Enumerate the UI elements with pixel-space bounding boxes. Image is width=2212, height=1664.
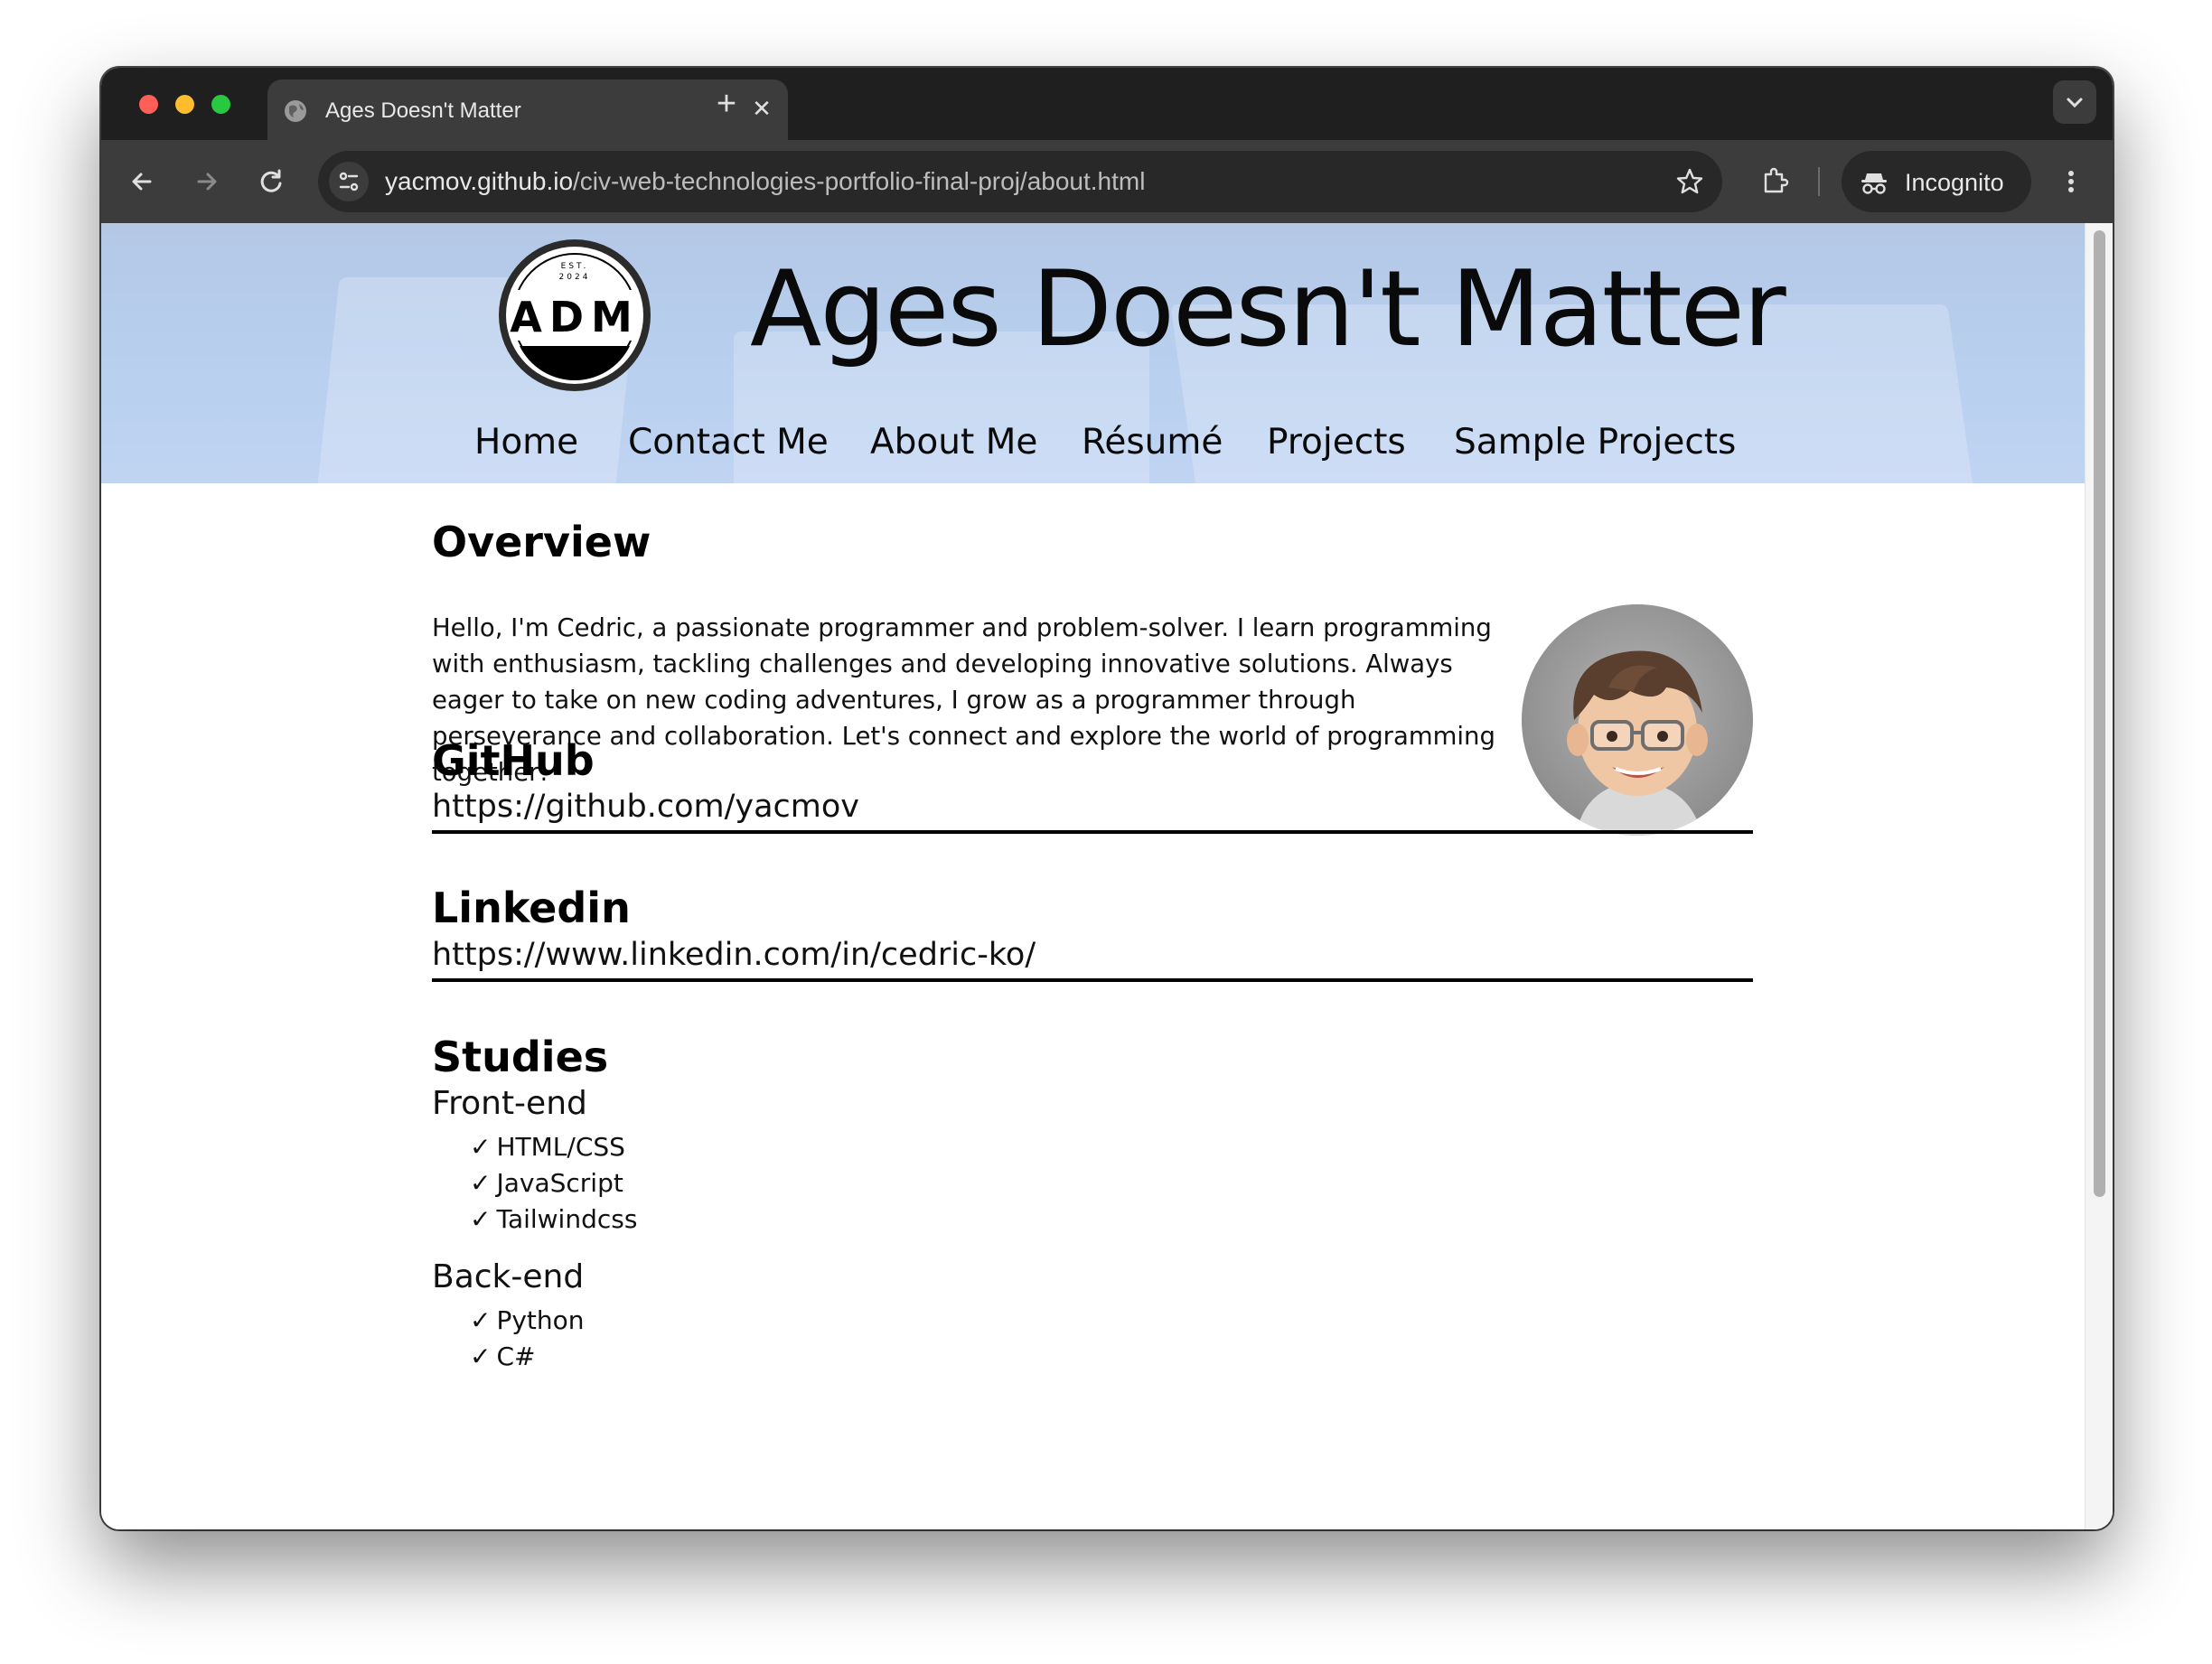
logo-est-text: EST. — [561, 262, 589, 271]
studies-heading: Studies — [432, 1033, 609, 1081]
overview-heading: Overview — [432, 518, 651, 566]
extensions-puzzle-icon[interactable] — [1755, 162, 1795, 201]
nav-sample-projects[interactable]: Sample Projects — [1454, 422, 1736, 463]
address-bar[interactable]: yacmov.github.io/civ-web-technologies-po… — [318, 151, 1722, 212]
reload-icon[interactable] — [251, 162, 291, 201]
site-header: EST. 2024 ADM Ages Doesn't Matter Home C… — [101, 223, 2085, 483]
check-icon: ✓ — [470, 1305, 492, 1335]
study-item: ✓ Python — [470, 1305, 585, 1335]
study-item: ✓ Tailwindcss — [470, 1204, 637, 1234]
forward-arrow-icon[interactable] — [186, 162, 226, 201]
github-link[interactable]: https://github.com/yacmov — [432, 789, 859, 825]
nav-projects[interactable]: Projects — [1267, 422, 1406, 463]
github-heading: GitHub — [432, 736, 595, 785]
frontend-heading: Front-end — [432, 1085, 587, 1122]
study-item-label: JavaScript — [496, 1168, 623, 1198]
study-item-label: Python — [496, 1305, 585, 1335]
logo-text: ADM — [510, 293, 640, 341]
check-icon: ✓ — [470, 1204, 492, 1234]
browser-window: Ages Doesn't Matter ✕ + yacmov.github.io… — [101, 68, 2113, 1529]
close-tab-icon[interactable]: ✕ — [748, 95, 775, 122]
browser-toolbar: yacmov.github.io/civ-web-technologies-po… — [101, 140, 2113, 223]
site-settings-icon[interactable] — [329, 162, 369, 201]
more-menu-icon[interactable] — [2060, 162, 2082, 201]
study-item: ✓ C# — [470, 1341, 535, 1371]
scrollbar-thumb[interactable] — [2094, 230, 2105, 1197]
nav-about-me[interactable]: About Me — [870, 422, 1037, 463]
incognito-badge[interactable]: Incognito — [1842, 151, 2031, 212]
check-icon: ✓ — [470, 1341, 492, 1371]
check-icon: ✓ — [470, 1168, 492, 1198]
site-title: Ages Doesn't Matter — [750, 248, 1786, 370]
nav-contact-me[interactable]: Contact Me — [628, 422, 829, 463]
github-divider — [432, 830, 1753, 834]
backend-heading: Back-end — [432, 1258, 585, 1295]
toolbar-separator — [1818, 167, 1820, 196]
study-item-label: C# — [496, 1341, 536, 1371]
tab-title: Ages Doesn't Matter — [325, 98, 521, 123]
bookmark-star-icon[interactable] — [1670, 162, 1710, 201]
profile-avatar — [1522, 604, 1753, 836]
study-item-label: Tailwindcss — [496, 1204, 638, 1234]
study-item-label: HTML/CSS — [496, 1132, 625, 1162]
back-arrow-icon[interactable] — [123, 162, 163, 201]
logo-year-text: 2024 — [559, 273, 591, 282]
nav-home[interactable]: Home — [474, 422, 578, 463]
globe-icon — [285, 100, 306, 122]
nav-resume[interactable]: Résumé — [1082, 422, 1223, 463]
tab-search-button[interactable] — [2053, 80, 2096, 124]
incognito-label: Incognito — [1905, 169, 2004, 196]
close-window-button[interactable] — [139, 95, 158, 114]
page-viewport: EST. 2024 ADM Ages Doesn't Matter Home C… — [101, 223, 2113, 1529]
incognito-icon — [1861, 173, 1887, 194]
chevron-down-icon — [2067, 98, 2083, 108]
url-host: yacmov.github.io — [385, 167, 574, 195]
study-item: ✓ JavaScript — [470, 1168, 623, 1198]
linkedin-divider — [432, 978, 1753, 982]
tab-strip: Ages Doesn't Matter ✕ + — [101, 68, 2113, 140]
minimize-window-button[interactable] — [175, 95, 194, 114]
check-icon: ✓ — [470, 1132, 492, 1162]
url-path: /civ-web-technologies-portfolio-final-pr… — [573, 167, 1146, 195]
new-tab-button[interactable]: + — [708, 87, 745, 124]
study-item: ✓ HTML/CSS — [470, 1132, 625, 1162]
url-text: yacmov.github.io/civ-web-technologies-po… — [385, 167, 1145, 196]
page-scrollbar[interactable] — [2085, 223, 2113, 1529]
linkedin-heading: Linkedin — [432, 883, 631, 932]
maximize-window-button[interactable] — [211, 95, 230, 114]
adm-logo[interactable]: EST. 2024 ADM — [495, 236, 654, 395]
linkedin-link[interactable]: https://www.linkedin.com/in/cedric-ko/ — [432, 937, 1036, 973]
